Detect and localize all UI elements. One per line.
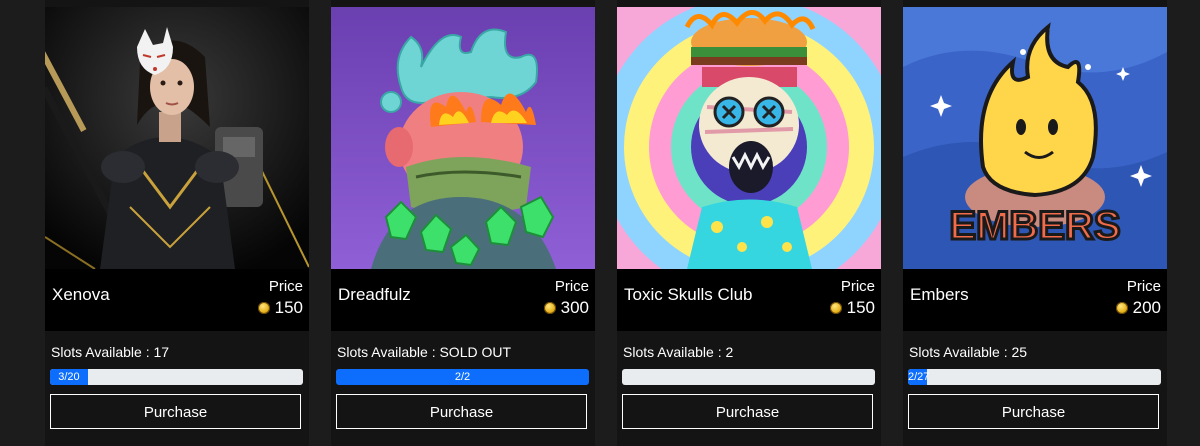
nft-card-grid: Xenova Price 150 Slots Available : 17 3/… — [0, 0, 1200, 446]
embers-flame-mascot-art[interactable]: EMBERS — [903, 7, 1167, 269]
skull-burger-hat-art[interactable] — [617, 7, 881, 269]
purchase-button[interactable]: Purchase — [336, 394, 587, 429]
purchase-button[interactable]: Purchase — [908, 394, 1159, 429]
slots-progress-bar — [622, 369, 875, 385]
embers-logo-text: EMBERS — [949, 204, 1120, 248]
slots-available: Slots Available : 17 — [51, 344, 170, 360]
slots-progress-bar: 2/2 — [336, 369, 589, 385]
coin-icon — [1115, 302, 1128, 314]
progress-fill: 2/2 — [336, 369, 589, 385]
coral-head-monster-art[interactable] — [331, 7, 595, 269]
progress-fill: 2/27 — [908, 369, 930, 385]
price-label: Price — [840, 278, 875, 295]
price-label: Price — [1126, 278, 1161, 295]
nft-card-xenova: Xenova Price 150 Slots Available : 17 3/… — [45, 0, 309, 446]
slots-progress-bar: 3/20 — [50, 369, 303, 385]
price-row: 300 — [543, 298, 589, 318]
card-info-bar: Embers Price 200 — [903, 269, 1167, 331]
coin-icon — [257, 302, 270, 314]
coin-icon — [829, 302, 842, 314]
card-info-bar: Dreadfulz Price 300 — [331, 269, 595, 331]
price-row: 200 — [1115, 298, 1161, 318]
price-label: Price — [554, 278, 589, 295]
nft-card-dreadfulz: Dreadfulz Price 300 Slots Available : SO… — [331, 0, 595, 446]
nft-name: Dreadfulz — [338, 285, 411, 304]
price-value: 150 — [274, 298, 303, 317]
price-value: 150 — [846, 298, 875, 317]
coin-icon — [543, 302, 556, 314]
purchase-button[interactable]: Purchase — [622, 394, 873, 429]
price-value: 300 — [560, 298, 589, 317]
nft-name: Toxic Skulls Club — [624, 285, 753, 304]
card-info-bar: Xenova Price 150 — [45, 269, 309, 331]
slots-available: Slots Available : 25 — [909, 344, 1028, 360]
nft-card-embers: EMBERS Embers Price 200 Slots Available … — [903, 0, 1167, 446]
warrior-girl-fox-mask-art[interactable] — [45, 7, 309, 269]
price-label: Price — [268, 278, 303, 295]
slots-progress-bar: 2/27 — [908, 369, 1161, 385]
slots-available: Slots Available : 2 — [623, 344, 734, 360]
nft-name: Xenova — [52, 285, 110, 304]
progress-fill: 3/20 — [50, 369, 88, 385]
slots-available: Slots Available : SOLD OUT — [337, 344, 512, 360]
nft-name: Embers — [910, 285, 969, 304]
price-row: 150 — [829, 298, 875, 318]
purchase-button[interactable]: Purchase — [50, 394, 301, 429]
nft-card-toxic-skulls-club: Toxic Skulls Club Price 150 Slots Availa… — [617, 0, 881, 446]
price-row: 150 — [257, 298, 303, 318]
price-value: 200 — [1132, 298, 1161, 317]
card-info-bar: Toxic Skulls Club Price 150 — [617, 269, 881, 331]
